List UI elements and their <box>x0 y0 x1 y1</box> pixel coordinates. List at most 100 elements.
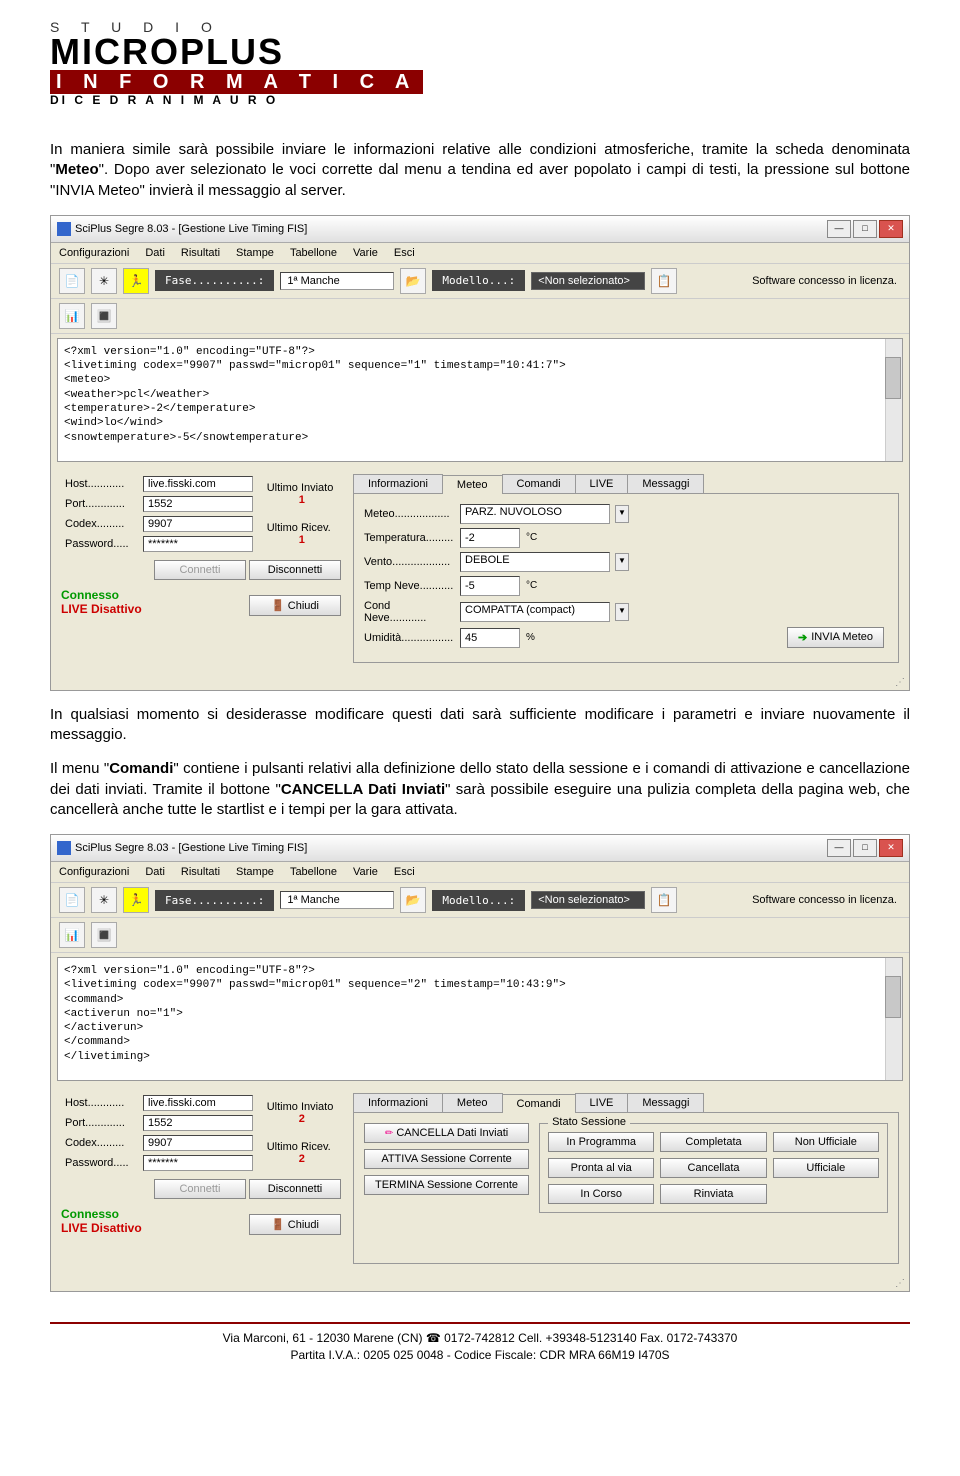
titlebar: SciPlus Segre 8.03 - [Gestione Live Timi… <box>51 835 909 862</box>
chevron-down-icon[interactable]: ▼ <box>615 603 629 621</box>
modello-value[interactable]: <Non selezionato> <box>531 891 645 909</box>
menu-esci[interactable]: Esci <box>394 866 415 878</box>
stato-cancellata[interactable]: Cancellata <box>660 1158 766 1178</box>
tab-live[interactable]: LIVE <box>575 474 629 493</box>
umidita-input[interactable] <box>460 628 520 648</box>
stato-ufficiale[interactable]: Ufficiale <box>773 1158 879 1178</box>
port-input[interactable] <box>143 496 253 512</box>
minimize-button[interactable]: — <box>827 839 851 857</box>
tempneve-input[interactable] <box>460 576 520 596</box>
tab-live[interactable]: LIVE <box>575 1093 629 1112</box>
fase-value[interactable]: 1ª Manche <box>280 891 394 909</box>
codex-input[interactable] <box>143 1135 253 1151</box>
chiudi-button[interactable]: 🚪 Chiudi <box>249 595 341 616</box>
stato-completata[interactable]: Completata <box>660 1132 766 1152</box>
scrollbar[interactable] <box>885 958 902 1080</box>
menu-dati[interactable]: Dati <box>145 247 165 259</box>
temperatura-input[interactable] <box>460 528 520 548</box>
toolbar-icon-4[interactable]: 📊 <box>59 922 85 948</box>
toolbar-icon-3[interactable]: 🏃 <box>123 268 149 294</box>
toolbar-icon-3[interactable]: 🏃 <box>123 887 149 913</box>
chevron-down-icon[interactable]: ▼ <box>615 553 629 571</box>
paragraph-2: In qualsiasi momento si desiderasse modi… <box>50 705 910 746</box>
status-live: LIVE Disattivo <box>61 1221 142 1235</box>
minimize-button[interactable]: — <box>827 220 851 238</box>
modello-label: Modello...: <box>432 270 525 291</box>
condneve-select[interactable]: COMPATTA (compact) <box>460 602 610 622</box>
window-title: SciPlus Segre 8.03 - [Gestione Live Timi… <box>75 223 307 235</box>
modello-open-icon[interactable]: 📋 <box>651 268 677 294</box>
stato-in-programma[interactable]: In Programma <box>548 1132 654 1152</box>
toolbar-icon-1[interactable]: 📄 <box>59 268 85 294</box>
cancella-button[interactable]: ✏ CANCELLA Dati Inviati <box>364 1123 529 1143</box>
password-input[interactable] <box>143 1155 253 1171</box>
host-input[interactable] <box>143 476 253 492</box>
tab-messaggi[interactable]: Messaggi <box>627 1093 704 1112</box>
close-button[interactable]: ✕ <box>879 220 903 238</box>
app-icon <box>57 841 71 855</box>
tab-messaggi[interactable]: Messaggi <box>627 474 704 493</box>
vento-select[interactable]: DEBOLE <box>460 552 610 572</box>
menu-stampe[interactable]: Stampe <box>236 866 274 878</box>
stato-rinviata[interactable]: Rinviata <box>660 1184 766 1204</box>
stato-non-ufficiale[interactable]: Non Ufficiale <box>773 1132 879 1152</box>
tabset: Informazioni Meteo Comandi LIVE Messaggi <box>353 1093 899 1113</box>
scrollbar[interactable] <box>885 339 902 461</box>
attiva-button[interactable]: ATTIVA Sessione Corrente <box>364 1149 529 1169</box>
tabset: Informazioni Meteo Comandi LIVE Messaggi <box>353 474 899 494</box>
menu-tabellone[interactable]: Tabellone <box>290 247 337 259</box>
menu-varie[interactable]: Varie <box>353 866 378 878</box>
tab-meteo[interactable]: Meteo <box>442 475 503 494</box>
chevron-down-icon[interactable]: ▼ <box>615 505 629 523</box>
toolbar-icon-5[interactable]: 🔳 <box>91 303 117 329</box>
disconnetti-button[interactable]: Disconnetti <box>249 560 341 580</box>
invia-meteo-button[interactable]: ➔ INVIA Meteo <box>787 627 884 648</box>
tab-comandi[interactable]: Comandi <box>502 474 576 493</box>
menu-stampe[interactable]: Stampe <box>236 247 274 259</box>
meteo-tab-content: Meteo..................PARZ. NUVOLOSO▼ T… <box>353 494 899 663</box>
menu-risultati[interactable]: Risultati <box>181 247 220 259</box>
menu-configurazioni[interactable]: Configurazioni <box>59 866 129 878</box>
connection-panel: Host............ Ultimo Inviato1 Port...… <box>61 474 341 616</box>
menu-dati[interactable]: Dati <box>145 866 165 878</box>
menu-risultati[interactable]: Risultati <box>181 866 220 878</box>
status-connesso: Connesso <box>61 1207 142 1221</box>
toolbar-icon-2[interactable]: ✳ <box>91 887 117 913</box>
termina-button[interactable]: TERMINA Sessione Corrente <box>364 1175 529 1195</box>
maximize-button[interactable]: □ <box>853 839 877 857</box>
codex-input[interactable] <box>143 516 253 532</box>
fase-open-icon[interactable]: 📂 <box>400 268 426 294</box>
menu-tabellone[interactable]: Tabellone <box>290 866 337 878</box>
fase-open-icon[interactable]: 📂 <box>400 887 426 913</box>
toolbar-icon-4[interactable]: 📊 <box>59 303 85 329</box>
modello-open-icon[interactable]: 📋 <box>651 887 677 913</box>
modello-value[interactable]: <Non selezionato> <box>531 272 645 290</box>
toolbar-icon-5[interactable]: 🔳 <box>91 922 117 948</box>
close-button[interactable]: ✕ <box>879 839 903 857</box>
resize-grip-icon[interactable]: ⋰ <box>51 677 909 690</box>
tab-informazioni[interactable]: Informazioni <box>353 1093 443 1112</box>
connetti-button[interactable]: Connetti <box>154 560 246 580</box>
chiudi-button[interactable]: 🚪 Chiudi <box>249 1214 341 1235</box>
disconnetti-button[interactable]: Disconnetti <box>249 1179 341 1199</box>
toolbar-icon-2[interactable]: ✳ <box>91 268 117 294</box>
menu-varie[interactable]: Varie <box>353 247 378 259</box>
arrow-right-icon: ➔ <box>798 631 807 644</box>
connetti-button[interactable]: Connetti <box>154 1179 246 1199</box>
host-input[interactable] <box>143 1095 253 1111</box>
resize-grip-icon[interactable]: ⋰ <box>51 1278 909 1291</box>
menu-configurazioni[interactable]: Configurazioni <box>59 247 129 259</box>
tab-meteo[interactable]: Meteo <box>442 1093 503 1112</box>
stato-pronta[interactable]: Pronta al via <box>548 1158 654 1178</box>
password-input[interactable] <box>143 536 253 552</box>
tab-informazioni[interactable]: Informazioni <box>353 474 443 493</box>
toolbar-icon-1[interactable]: 📄 <box>59 887 85 913</box>
window-title: SciPlus Segre 8.03 - [Gestione Live Timi… <box>75 842 307 854</box>
fase-value[interactable]: 1ª Manche <box>280 272 394 290</box>
maximize-button[interactable]: □ <box>853 220 877 238</box>
port-input[interactable] <box>143 1115 253 1131</box>
menu-esci[interactable]: Esci <box>394 247 415 259</box>
tab-comandi[interactable]: Comandi <box>502 1094 576 1113</box>
stato-in-corso[interactable]: In Corso <box>548 1184 654 1204</box>
meteo-select[interactable]: PARZ. NUVOLOSO <box>460 504 610 524</box>
